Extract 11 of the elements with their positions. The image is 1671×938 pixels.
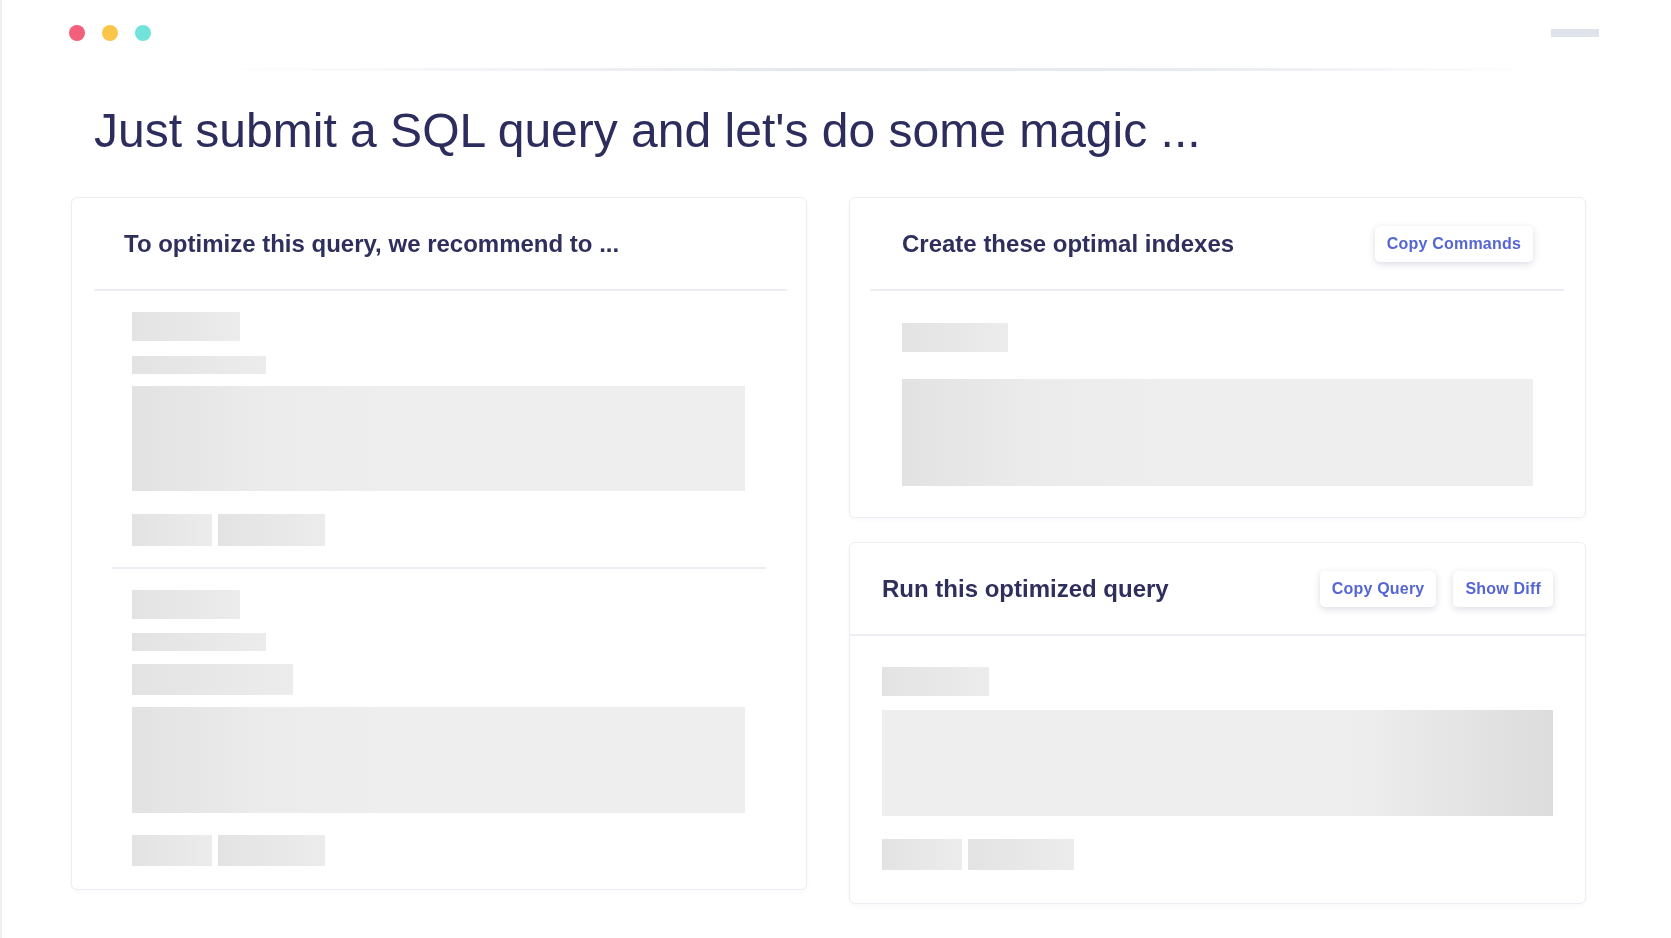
panel-title: Run this optimized query: [882, 574, 1169, 603]
action-button[interactable]: Copy Commands: [1374, 225, 1533, 262]
action-button[interactable]: Show Diff: [1453, 570, 1553, 607]
window-dot-icon[interactable]: [135, 25, 151, 41]
window-dot-icon[interactable]: [102, 25, 118, 41]
page-heading: Just submit a SQL query and let's do some magic ...: [94, 103, 1201, 159]
panel-title: Create these optimal indexes: [902, 229, 1235, 258]
window-dot-icon[interactable]: [69, 25, 85, 41]
handle-bar-icon: [1551, 29, 1599, 37]
panel-title: To optimize this query, we recommend to ...: [124, 229, 620, 258]
action-button[interactable]: Copy Query: [1319, 570, 1437, 607]
